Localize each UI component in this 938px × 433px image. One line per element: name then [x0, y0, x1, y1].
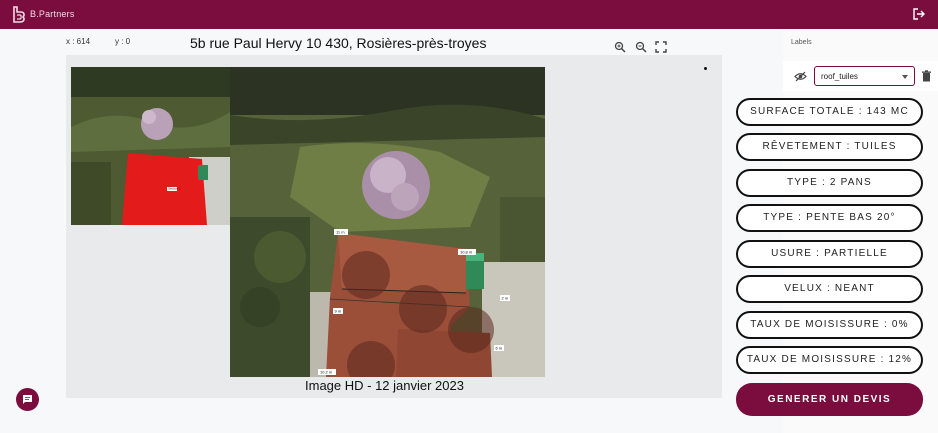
fullscreen-icon[interactable] — [655, 40, 667, 53]
marker-dot — [704, 67, 707, 70]
attribute-velux[interactable]: VELUX : NEANT — [736, 275, 923, 303]
attribute-moisissure-0[interactable]: TAUX DE MOISISSURE : 0% — [736, 311, 923, 339]
zoom-out-icon[interactable] — [635, 40, 647, 53]
chat-button[interactable] — [16, 388, 39, 411]
moisture-zone[interactable] — [399, 285, 447, 333]
measurement-label: 11 m — [336, 230, 345, 235]
page-title: 5b rue Paul Hervy 10 430, Rosières-près-… — [190, 35, 487, 51]
attribute-usure[interactable]: USURE : PARTIELLE — [736, 240, 923, 268]
label-select[interactable]: roof_tuiles — [814, 66, 915, 86]
roof-highlight-polygon[interactable] — [122, 153, 207, 225]
attribute-type-pans[interactable]: TYPE : 2 PANS — [736, 169, 923, 197]
inset-aerial-image[interactable]: Section 1 — [71, 67, 230, 225]
small-roof-label: Section 1 — [168, 187, 181, 191]
chevron-down-icon — [902, 75, 908, 79]
measurement-label: 2 m — [502, 296, 509, 301]
coord-x-readout: x : 614 — [66, 37, 91, 46]
generate-quote-button[interactable]: GENERER UN DEVIS — [736, 383, 923, 416]
chat-icon — [23, 395, 32, 404]
measurement-label: 10.2 m — [320, 370, 333, 375]
zoom-in-icon[interactable] — [614, 40, 626, 53]
trash-icon[interactable] — [921, 70, 932, 82]
eye-off-icon[interactable] — [794, 70, 807, 83]
brand-name: B.Partners — [30, 9, 75, 19]
coord-y-readout: y : 0 — [115, 37, 131, 46]
attribute-moisissure-12[interactable]: TAUX DE MOISISSURE : 12% — [736, 346, 923, 374]
moisture-zone[interactable] — [342, 251, 390, 299]
labels-title: Labels — [791, 39, 812, 46]
measurement-label: 10.8 m — [460, 250, 473, 255]
measurement-label: 6 m — [496, 346, 503, 351]
logout-icon[interactable] — [912, 7, 926, 21]
image-caption: Image HD - 12 janvier 2023 — [305, 378, 464, 393]
image-viewer[interactable]: Section 1 11 m 10.8 m 9 m 2 m 10.2 m 6 m — [66, 55, 722, 398]
attribute-type-pente[interactable]: TYPE : PENTE BAS 20° — [736, 204, 923, 232]
moisture-zone[interactable] — [448, 307, 494, 353]
attribute-surface[interactable]: SURFACE TOTALE : 143 MC — [736, 98, 923, 126]
b-partners-logo — [13, 6, 25, 23]
measurement-label: 9 m — [335, 309, 342, 314]
attribute-revetement[interactable]: RÊVETEMENT : TUILES — [736, 133, 923, 161]
main-aerial-image[interactable]: 11 m 10.8 m 9 m 2 m 10.2 m 6 m — [230, 67, 545, 377]
label-select-value: roof_tuiles — [821, 72, 858, 81]
top-bar: B.Partners — [0, 0, 938, 29]
